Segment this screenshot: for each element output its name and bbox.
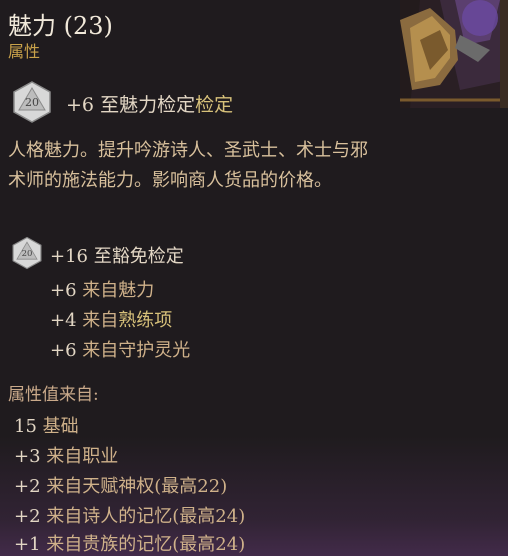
attribute-source-row: +2 来自诗人的记忆(最高24) — [14, 502, 245, 528]
attribute-source-row: +1 来自贵族的记忆(最高24) — [14, 530, 245, 556]
breakdown-value: +6 — [50, 280, 77, 301]
source-value: +2 — [14, 506, 41, 527]
breakdown-source: 来自 — [82, 310, 119, 331]
source-value: +2 — [14, 476, 41, 497]
source-value: 15 — [14, 416, 37, 437]
svg-text:20: 20 — [22, 249, 33, 259]
breakdown-highlight: 熟练项 — [118, 310, 173, 331]
save-breakdown-row: +4 来自熟练项 — [50, 306, 172, 332]
attribute-description: 人格魅力。提升吟游诗人、圣武士、术士与邪术师的施法能力。影响商人货品的价格。 — [8, 140, 368, 191]
gauntlet-artwork-icon — [400, 0, 508, 108]
breakdown-source: 来自魅力 — [82, 280, 155, 301]
check-highlight: 检定 — [195, 94, 234, 116]
save-text: 至豁免检定 — [93, 246, 184, 267]
breakdown-value: +6 — [50, 340, 77, 361]
source-label: 来自诗人的记忆(最高24) — [46, 506, 246, 527]
attribute-source-row: +3 来自职业 — [14, 442, 118, 468]
source-value: +1 — [14, 534, 41, 555]
check-text: 至魅力检定 — [100, 94, 196, 116]
save-breakdown-row: +6 来自守护灵光 — [50, 336, 190, 362]
save-breakdown-row: +6 来自魅力 — [50, 276, 154, 302]
charisma-check-line: +6 至魅力检定检定 — [66, 90, 233, 117]
source-label: 来自贵族的记忆(最高24) — [46, 534, 246, 555]
attribute-source-row: 15 基础 — [14, 412, 79, 438]
page-title: 魅力 (23) — [8, 12, 113, 40]
saving-throw-line: +16 至豁免检定 — [50, 242, 184, 268]
save-bonus: +16 — [50, 246, 88, 267]
source-label: 来自天赋神权(最高22) — [46, 476, 228, 497]
source-label: 基础 — [42, 416, 79, 437]
breakdown-source: 来自守护灵光 — [82, 340, 191, 361]
attribute-sources-heading: 属性值来自: — [8, 385, 99, 405]
source-label: 来自职业 — [46, 446, 119, 467]
source-value: +3 — [14, 446, 41, 467]
attribute-source-row: +2 来自天赋神权(最高22) — [14, 472, 227, 498]
category-subtitle: 属性 — [8, 42, 41, 61]
breakdown-value: +4 — [50, 310, 77, 331]
d20-icon: 20 — [10, 80, 54, 128]
check-bonus: +6 — [66, 94, 95, 116]
d20-icon: 20 — [10, 236, 44, 274]
svg-text:20: 20 — [25, 96, 39, 109]
